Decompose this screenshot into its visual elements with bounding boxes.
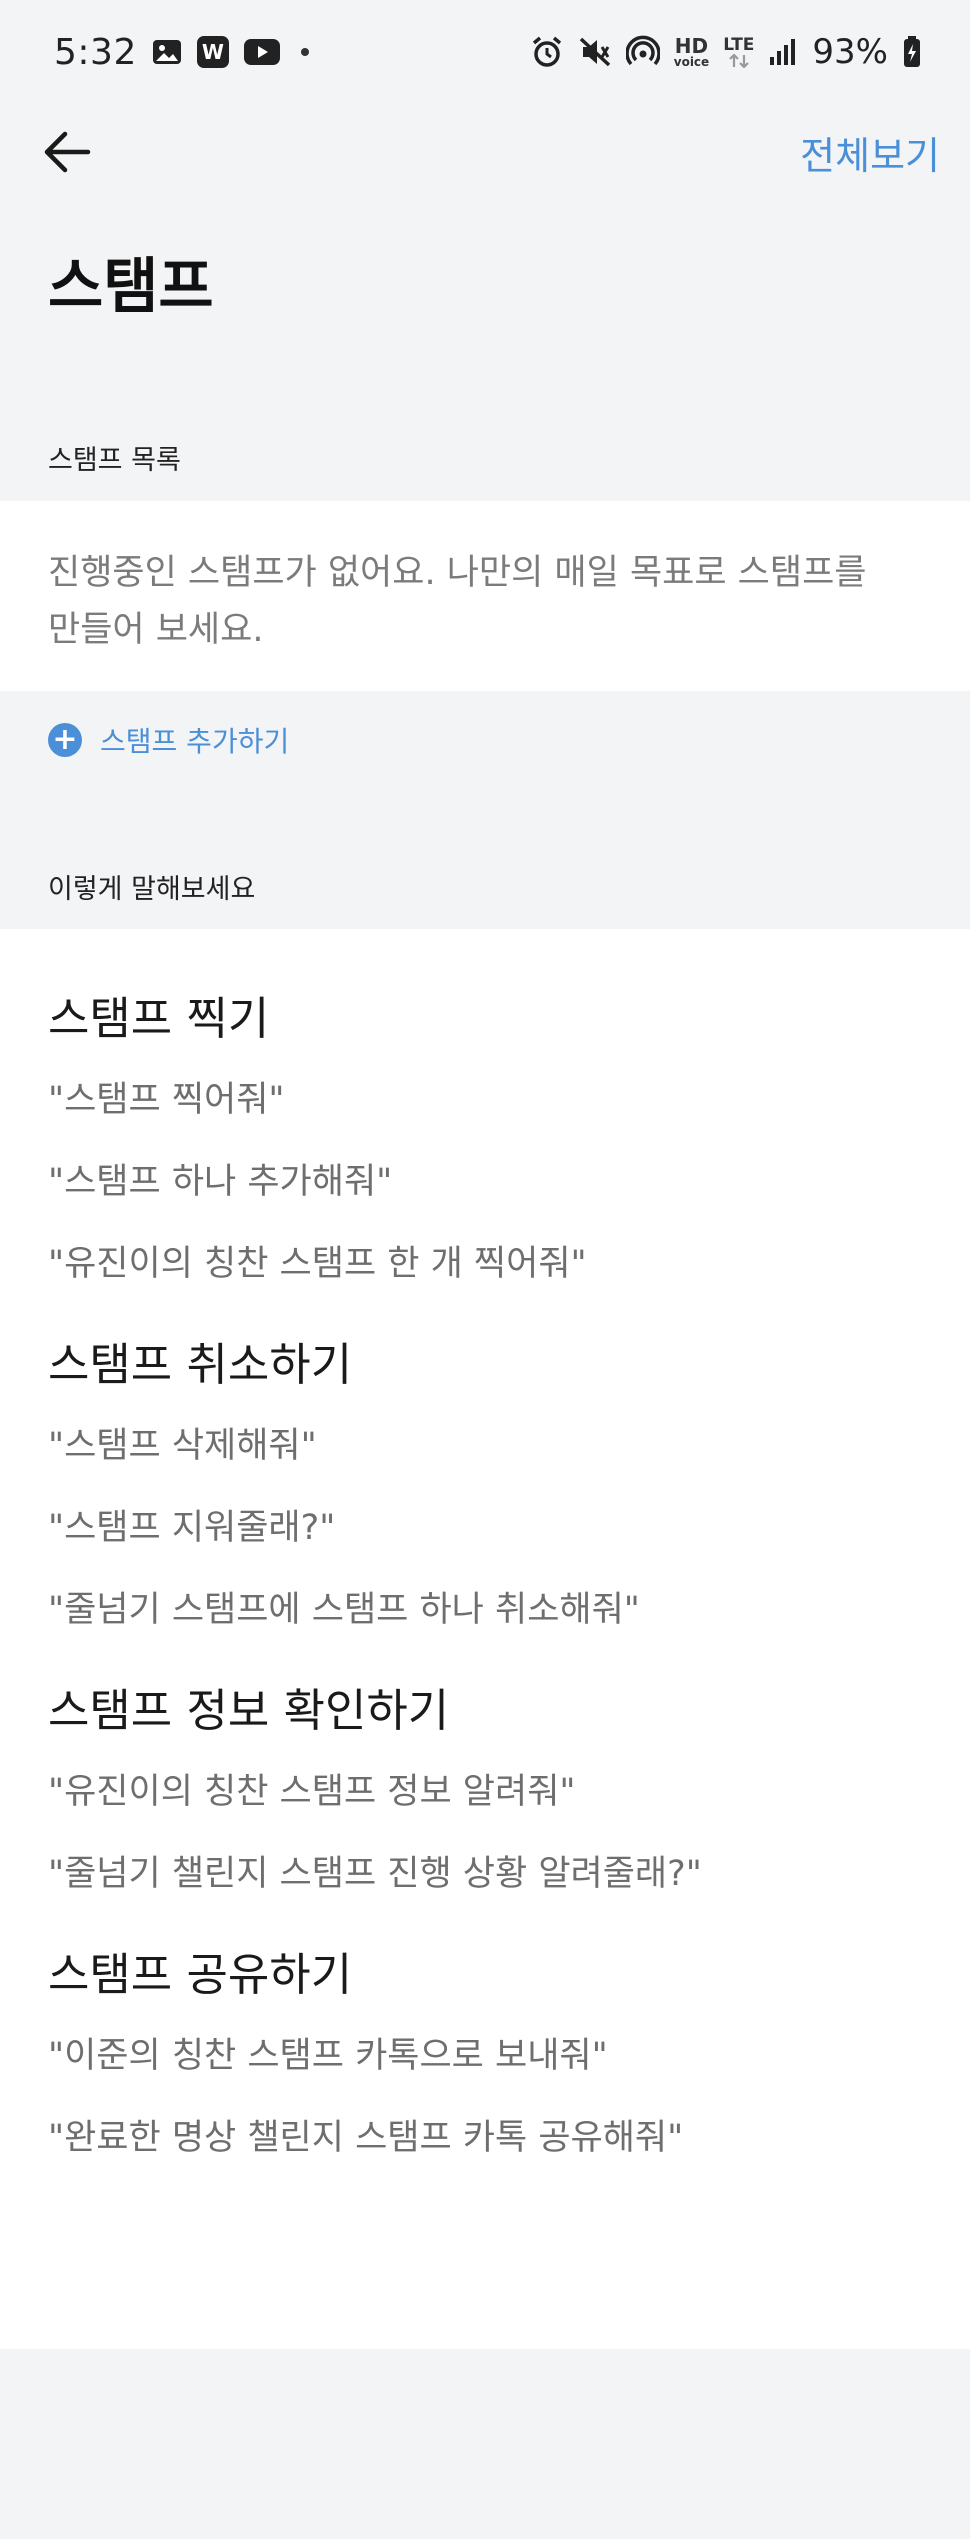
add-stamp-label: 스탬프 추가하기 bbox=[100, 725, 290, 758]
status-time: 5:32 bbox=[54, 31, 137, 73]
stamp-list-empty-card: 진행중인 스탬프가 없어요. 나만의 매일 목표로 스탬프를 만들어 보세요. bbox=[0, 501, 970, 691]
lte-icon: LTE bbox=[723, 36, 754, 68]
plus-circle-icon: + bbox=[48, 723, 82, 757]
group-title: 스탬프 찍기 bbox=[48, 992, 270, 1045]
signal-icon bbox=[768, 37, 798, 67]
back-button[interactable] bbox=[38, 123, 96, 181]
example-phrase: "이준의 칭찬 스탬프 카톡으로 보내줘" bbox=[48, 2036, 608, 2076]
add-stamp-button[interactable]: + 스탬프 추가하기 bbox=[48, 720, 289, 760]
suggestion-group: 스탬프 정보 확인하기 "유진이의 칭찬 스탬프 정보 알려줘" "줄넘기 챌린… bbox=[48, 1681, 922, 1899]
app-bar: 전체보기 bbox=[0, 112, 970, 192]
example-phrase: "유진이의 칭찬 스탬프 정보 알려줘" bbox=[48, 1772, 576, 1812]
example-phrase: "줄넘기 챌린지 스탬프 진행 상황 알려줄래?" bbox=[48, 1854, 702, 1894]
example-phrase: "완료한 명상 챌린지 스탬프 카톡 공유해줘" bbox=[48, 2118, 684, 2158]
group-title: 스탬프 취소하기 bbox=[48, 1338, 353, 1391]
group-title: 스탬프 공유하기 bbox=[48, 1948, 353, 2001]
view-all-link[interactable]: 전체보기 bbox=[800, 125, 940, 180]
screen: 5:32 W HD voice LTE 93% 전체보기 스탬프 스탬프 목록 … bbox=[0, 0, 970, 2539]
w-app-icon: W bbox=[196, 36, 229, 68]
empty-message: 진행중인 스탬프가 없어요. 나만의 매일 목표로 스탬프를 만들어 보세요. bbox=[48, 553, 867, 650]
gallery-icon bbox=[151, 36, 183, 68]
example-phrase: "스탬프 찍어줘" bbox=[48, 1080, 285, 1120]
page-title: 스탬프 bbox=[48, 252, 214, 322]
battery-percent: 93% bbox=[812, 32, 888, 72]
lte-label: LTE bbox=[723, 35, 755, 55]
battery-icon bbox=[902, 35, 922, 69]
example-phrase: "유진이의 칭찬 스탬프 한 개 찍어줘" bbox=[48, 1244, 587, 1284]
alarm-icon bbox=[530, 35, 564, 69]
hd-label: HD bbox=[674, 34, 709, 58]
group-title: 스탬프 정보 확인하기 bbox=[48, 1684, 450, 1737]
arrow-left-icon bbox=[44, 131, 91, 173]
voice-label: voice bbox=[673, 55, 710, 69]
suggestion-group: 스탬프 공유하기 "이준의 칭찬 스탬프 카톡으로 보내줘" "완료한 명상 챌… bbox=[48, 1945, 922, 2163]
youtube-icon bbox=[243, 37, 281, 67]
suggestions-card: 스탬프 찍기 "스탬프 찍어줘" "스탬프 하나 추가해줘" "유진이의 칭찬 … bbox=[0, 929, 970, 2349]
example-phrase: "스탬프 지워줄래?" bbox=[48, 1508, 336, 1548]
suggestions-label: 이렇게 말해보세요 bbox=[48, 874, 256, 905]
mute-icon bbox=[578, 35, 612, 69]
stamp-list-label: 스탬프 목록 bbox=[48, 445, 181, 476]
example-phrase: "스탬프 하나 추가해줘" bbox=[48, 1162, 393, 1202]
example-phrase: "줄넘기 스탬프에 스탬프 하나 취소해줘" bbox=[48, 1590, 640, 1630]
status-right: HD voice LTE 93% bbox=[530, 32, 922, 72]
suggestion-group: 스탬프 취소하기 "스탬프 삭제해줘" "스탬프 지워줄래?" "줄넘기 스탬프… bbox=[48, 1335, 922, 1635]
example-phrase: "스탬프 삭제해줘" bbox=[48, 1426, 317, 1466]
status-bar: 5:32 W HD voice LTE 93% bbox=[0, 0, 970, 104]
notification-dot-icon bbox=[300, 48, 309, 56]
suggestion-group: 스탬프 찍기 "스탬프 찍어줘" "스탬프 하나 추가해줘" "유진이의 칭찬 … bbox=[48, 989, 922, 1289]
status-left: 5:32 W bbox=[54, 32, 309, 73]
hd-voice-icon: HD voice bbox=[674, 36, 709, 68]
hotspot-icon bbox=[625, 35, 660, 69]
